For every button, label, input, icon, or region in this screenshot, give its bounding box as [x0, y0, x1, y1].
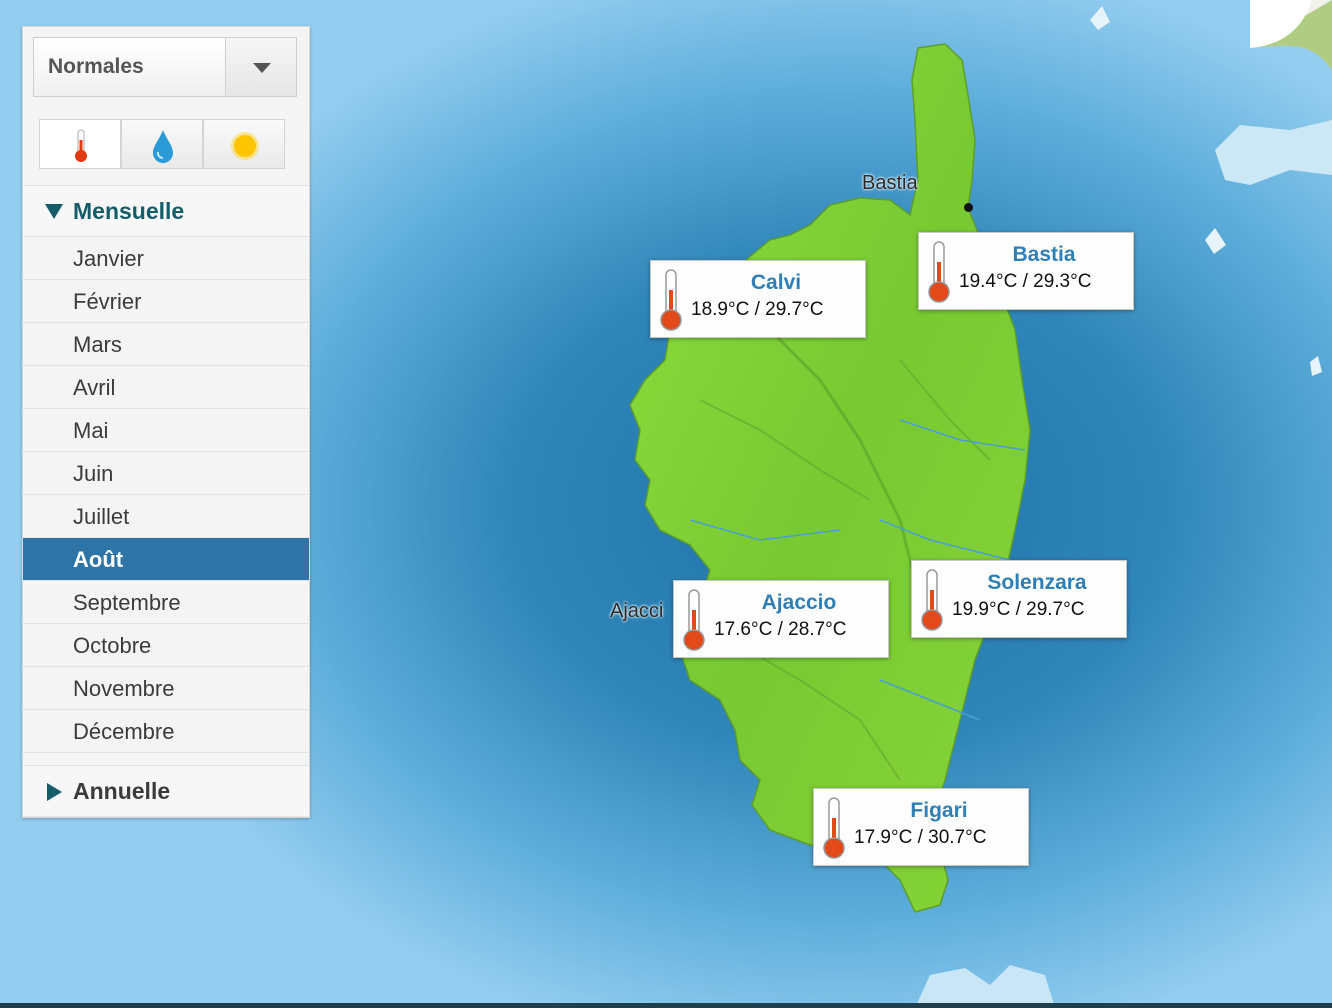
month-list: Janvier Février Mars Avril Mai Juin Juil… [23, 237, 309, 753]
tab-temperature[interactable] [39, 119, 121, 169]
page-curl-corner[interactable] [1192, 0, 1332, 70]
dropdown-selected-value: Normales [48, 55, 144, 78]
water-drop-icon [153, 130, 173, 163]
triangle-right-icon [47, 783, 62, 801]
station-name: Solenzara [987, 571, 1087, 594]
month-item-aout[interactable]: Août [23, 538, 309, 581]
bottom-border [0, 1003, 1332, 1008]
tab-sunshine[interactable] [203, 119, 285, 169]
chevron-down-icon [253, 63, 271, 73]
thermometer-icon [660, 269, 682, 331]
dropdown-toggle-button[interactable] [225, 38, 296, 96]
station-temperatures: 17.9°C / 30.7°C [854, 827, 987, 848]
station-card-bastia[interactable]: Bastia 19.4°C / 29.3°C [918, 232, 1134, 310]
month-item-decembre[interactable]: Décembre [23, 710, 309, 753]
station-name: Bastia [1012, 243, 1076, 266]
station-temperatures: 19.4°C / 29.3°C [959, 271, 1092, 292]
tab-precipitation[interactable] [121, 119, 203, 169]
sun-icon [231, 132, 259, 160]
station-name: Calvi [750, 271, 802, 294]
station-card-figari[interactable]: Figari 17.9°C / 30.7°C [813, 788, 1029, 866]
month-item-novembre[interactable]: Novembre [23, 667, 309, 710]
section-annual-label: Annuelle [73, 778, 171, 804]
month-item-septembre[interactable]: Septembre [23, 581, 309, 624]
station-name: Ajaccio [761, 591, 837, 614]
thermometer-icon [928, 241, 950, 303]
month-item-janvier[interactable]: Janvier [23, 237, 309, 280]
month-item-mai[interactable]: Mai [23, 409, 309, 452]
triangle-down-icon [45, 204, 63, 219]
thermometer-icon [683, 589, 705, 651]
station-temperatures: 17.6°C / 28.7°C [714, 619, 847, 640]
station-temperatures: 18.9°C / 29.7°C [691, 299, 824, 320]
month-item-octobre[interactable]: Octobre [23, 624, 309, 667]
map-label-bastia: Bastia [862, 172, 918, 194]
month-item-fevrier[interactable]: Février [23, 280, 309, 323]
thermometer-icon [921, 569, 943, 631]
normals-dropdown[interactable]: Normales [33, 37, 297, 97]
sidebar-panel: Normales Mensuelle Janvier Février Mars … [22, 26, 310, 818]
station-card-ajaccio[interactable]: Ajaccio 17.6°C / 28.7°C [673, 580, 889, 658]
month-item-mars[interactable]: Mars [23, 323, 309, 366]
station-name: Figari [910, 799, 968, 822]
thermometer-icon [823, 797, 845, 859]
month-item-juillet[interactable]: Juillet [23, 495, 309, 538]
bastia-marker-dot [964, 203, 973, 212]
station-card-solenzara[interactable]: Solenzara 19.9°C / 29.7°C [911, 560, 1127, 638]
station-temperatures: 19.9°C / 29.7°C [952, 599, 1085, 620]
month-item-avril[interactable]: Avril [23, 366, 309, 409]
month-item-juin[interactable]: Juin [23, 452, 309, 495]
section-monthly[interactable]: Mensuelle [23, 185, 309, 237]
section-monthly-label: Mensuelle [73, 198, 185, 224]
map-label-ajaccio: Ajacci [610, 600, 664, 622]
parameter-tabs [39, 119, 289, 169]
station-card-calvi[interactable]: Calvi 18.9°C / 29.7°C [650, 260, 866, 338]
section-annual[interactable]: Annuelle [23, 765, 309, 817]
thermometer-icon [75, 129, 87, 162]
